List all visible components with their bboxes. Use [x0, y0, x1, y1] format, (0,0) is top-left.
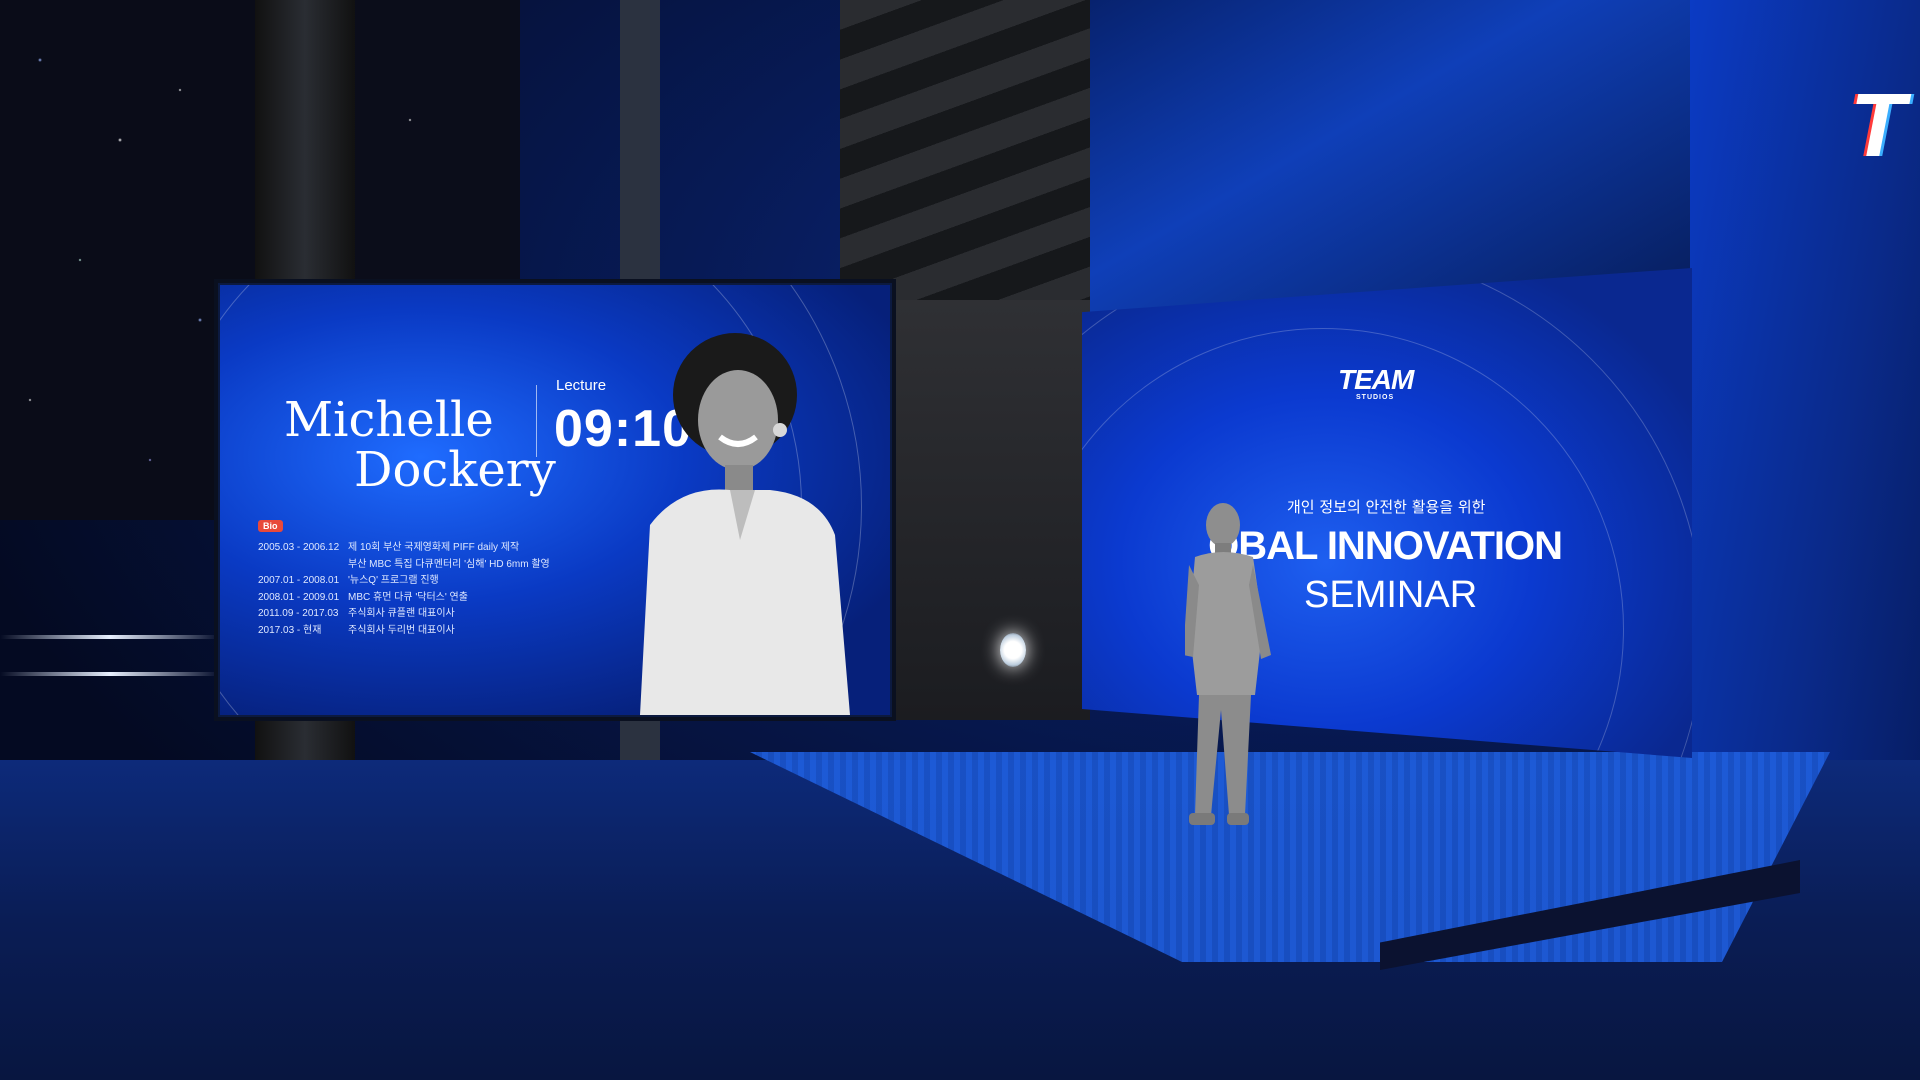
bio-text: 주식회사 두리번 대표이사 — [348, 624, 455, 636]
bio-entry: 2011.09 - 2017.03 주식회사 큐플랜 대표이사 — [258, 606, 550, 623]
bio-text: '뉴스Q' 프로그램 진행 — [348, 575, 439, 586]
bio-date: 2011.09 - 2017.03 — [258, 608, 339, 619]
light-strip — [0, 672, 220, 676]
bio-badge: Bio — [258, 520, 283, 532]
concrete-wall — [890, 300, 1090, 720]
divider — [536, 385, 537, 457]
presenter-avatar — [1185, 503, 1271, 825]
bio-entry: 부산 MBC 특집 다큐멘터리 '심해' HD 6mm 촬영 — [258, 557, 550, 574]
bio-date: 2017.03 - 현재 — [258, 624, 322, 636]
bio-date — [258, 557, 348, 574]
right-wall-display: T — [1690, 0, 1920, 880]
virtual-stage-scene: T Michelle Dockery Lecture 09:10 Bio 200… — [0, 0, 1920, 1080]
bio-list: 2005.03 - 2006.12 제 10회 부산 국제영화제 PIFF dai… — [258, 540, 550, 639]
team-studios-logo: TEAM — [1338, 364, 1414, 395]
bio-date: 2008.01 - 2009.01 — [258, 591, 340, 603]
light-strip — [0, 635, 220, 639]
bio-text: 제 10회 부산 국제영화제 PIFF daily 제작 — [348, 542, 520, 553]
seminar-subtitle: 개인 정보의 안전한 활용을 위한 — [1287, 498, 1486, 516]
bio-text: 주식회사 큐플랜 대표이사 — [348, 608, 455, 619]
bio-entry: 2007.01 - 2008.01 '뉴스Q' 프로그램 진행 — [258, 573, 550, 590]
wall-light — [1000, 633, 1026, 667]
seminar-title-line2: SEMINAR — [1304, 574, 1478, 616]
seminar-title: OBAL INNOVATION — [1208, 524, 1563, 568]
bio-date: 2007.01 - 2008.01 — [258, 575, 340, 586]
team-studios-logo-sub: STUDIOS — [1356, 394, 1395, 401]
bio-entry: 2008.01 - 2009.01 MBC 휴먼 다큐 '닥터스' 연출 — [258, 590, 550, 607]
lecture-label: Lecture — [556, 377, 607, 394]
speaker-name-line1: Michelle — [284, 392, 494, 448]
bio-text: 부산 MBC 특집 다큐멘터리 '심해' HD 6mm 촬영 — [348, 558, 550, 570]
bio-entry: 2017.03 - 현재 주식회사 두리번 대표이사 — [258, 623, 550, 640]
bio-text: MBC 휴먼 다큐 '닥터스' 연출 — [348, 591, 468, 603]
right-wall-logo-text: T — [1850, 76, 1905, 176]
stage-main-screen: TEAM STUDIOS 개인 정보의 안전한 활용을 위한 OBAL INNO… — [1082, 268, 1692, 758]
speaker-name-line2: Dockery — [354, 442, 556, 498]
speaker-name: Michelle Dockery — [284, 395, 556, 495]
bio-entry: 2005.03 - 2006.12 제 10회 부산 국제영화제 PIFF dai… — [258, 540, 550, 557]
speaker-info-screen: Michelle Dockery Lecture 09:10 Bio 2005.… — [218, 283, 892, 717]
speaker-portrait — [640, 333, 850, 715]
bio-date: 2005.03 - 2006.12 — [258, 542, 340, 553]
